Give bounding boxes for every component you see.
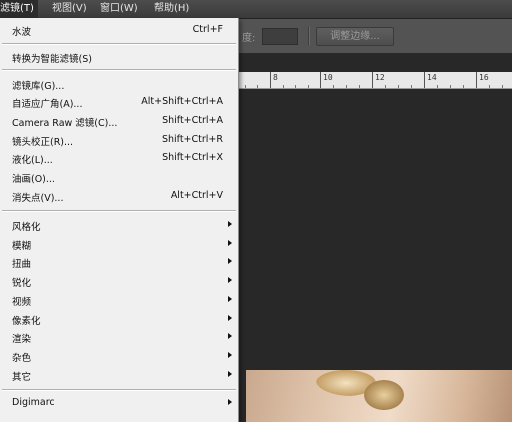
menu-item-label: 风格化 bbox=[12, 222, 41, 233]
menu-item-lens-correction[interactable]: 镜头校正(R)... Shift+Ctrl+R bbox=[0, 131, 238, 150]
menu-item-shortcut: Shift+Ctrl+A bbox=[162, 115, 223, 126]
submenu-arrow-icon bbox=[228, 258, 232, 264]
submenu-arrow-icon bbox=[228, 296, 232, 302]
menu-item-camera-raw[interactable]: Camera Raw 滤镜(C)... Shift+Ctrl+A bbox=[0, 112, 238, 131]
menu-item-other[interactable]: 其它 bbox=[0, 366, 238, 385]
ruler-tick bbox=[270, 72, 271, 88]
menu-item-shortcut: Alt+Ctrl+V bbox=[170, 190, 223, 201]
submenu-arrow-icon bbox=[228, 352, 232, 358]
menu-separator bbox=[2, 69, 236, 71]
menu-item-label: Digimarc bbox=[12, 397, 55, 408]
ruler-label: 14 bbox=[427, 73, 437, 82]
ruler-label: 12 bbox=[375, 73, 385, 82]
ruler-tick bbox=[372, 72, 373, 88]
menu-window[interactable]: 窗口(W) bbox=[96, 0, 142, 18]
menu-item-label: 转换为智能滤镜(S) bbox=[12, 54, 92, 65]
menu-item-label: 自适应广角(A)... bbox=[12, 99, 83, 110]
menu-item-label: 视频 bbox=[12, 297, 32, 308]
menu-item-distort[interactable]: 扭曲 bbox=[0, 253, 238, 272]
menu-item-shortcut: Ctrl+F bbox=[192, 24, 223, 35]
menu-item-liquify[interactable]: 液化(L)... Shift+Ctrl+X bbox=[0, 149, 238, 168]
menu-item-label: 水波 bbox=[12, 27, 32, 38]
image-detail bbox=[364, 380, 404, 410]
menu-item-label: Camera Raw 滤镜(C)... bbox=[12, 118, 118, 129]
menu-item-vanishing-point[interactable]: 消失点(V)... Alt+Ctrl+V bbox=[0, 187, 238, 206]
menu-item-label: 模糊 bbox=[12, 241, 32, 252]
menu-item-stylize[interactable]: 风格化 bbox=[0, 216, 238, 235]
menu-item-shortcut: Shift+Ctrl+X bbox=[162, 152, 223, 163]
menu-item-last-filter[interactable]: 水波 Ctrl+F bbox=[0, 21, 238, 40]
menu-item-label: 镜头校正(R)... bbox=[12, 137, 74, 148]
submenu-arrow-icon bbox=[228, 277, 232, 283]
ruler-tick bbox=[424, 72, 425, 88]
document-image[interactable] bbox=[246, 370, 512, 422]
menu-help[interactable]: 帮助(H) bbox=[150, 0, 193, 18]
menu-item-label: 扭曲 bbox=[12, 259, 32, 270]
menu-item-render[interactable]: 渲染 bbox=[0, 328, 238, 347]
menu-item-adaptive-wide-angle[interactable]: 自适应广角(A)... Alt+Shift+Ctrl+A bbox=[0, 93, 238, 112]
submenu-arrow-icon bbox=[228, 221, 232, 227]
menu-separator bbox=[2, 210, 236, 212]
menu-item-oil-paint[interactable]: 油画(O)... bbox=[0, 168, 238, 187]
ruler-label: 10 bbox=[323, 73, 333, 82]
ruler-tick bbox=[320, 72, 321, 88]
menu-view[interactable]: 视图(V) bbox=[48, 0, 91, 18]
menu-item-label: 锐化 bbox=[12, 278, 32, 289]
menu-item-pixelate[interactable]: 像素化 bbox=[0, 310, 238, 329]
submenu-arrow-icon bbox=[228, 371, 232, 377]
menu-item-label: 滤镜库(G)... bbox=[12, 81, 65, 92]
menu-item-label: 像素化 bbox=[12, 316, 41, 327]
submenu-arrow-icon bbox=[228, 399, 232, 405]
menu-item-label: 油画(O)... bbox=[12, 174, 55, 185]
menu-item-filter-gallery[interactable]: 滤镜库(G)... bbox=[0, 75, 238, 94]
menu-item-label: 液化(L)... bbox=[12, 155, 53, 166]
option-field-label: 度: bbox=[242, 33, 256, 44]
menu-item-blur[interactable]: 模糊 bbox=[0, 235, 238, 254]
menu-item-label: 消失点(V)... bbox=[12, 193, 64, 204]
menu-item-sharpen[interactable]: 锐化 bbox=[0, 272, 238, 291]
menu-item-video[interactable]: 视频 bbox=[0, 291, 238, 310]
filter-menu-dropdown: 水波 Ctrl+F 转换为智能滤镜(S) 滤镜库(G)... 自适应广角(A).… bbox=[0, 18, 239, 422]
canvas-background bbox=[238, 89, 512, 370]
menu-bar: 滤镜(T) 视图(V) 窗口(W) 帮助(H) bbox=[0, 0, 512, 19]
menu-separator bbox=[2, 43, 236, 45]
menu-item-digimarc[interactable]: Digimarc bbox=[0, 394, 238, 413]
ruler-label: 16 bbox=[479, 73, 489, 82]
ruler-tick bbox=[476, 72, 477, 88]
menu-item-noise[interactable]: 杂色 bbox=[0, 347, 238, 366]
menu-item-shortcut: Alt+Shift+Ctrl+A bbox=[141, 96, 223, 107]
menu-item-shortcut: Shift+Ctrl+R bbox=[161, 134, 223, 145]
menu-separator bbox=[2, 389, 236, 391]
horizontal-ruler: 8 10 12 14 16 bbox=[238, 72, 512, 89]
menu-item-label: 其它 bbox=[12, 372, 32, 383]
options-divider bbox=[308, 27, 310, 45]
menu-item-label: 渲染 bbox=[12, 334, 32, 345]
menu-filter[interactable]: 滤镜(T) bbox=[0, 0, 38, 18]
options-bar: 度: 调整边缘... bbox=[238, 19, 512, 54]
submenu-arrow-icon bbox=[228, 333, 232, 339]
refine-edge-button[interactable]: 调整边缘... bbox=[316, 27, 394, 46]
menu-item-label: 杂色 bbox=[12, 353, 32, 364]
option-field-input[interactable] bbox=[262, 28, 298, 45]
document-workspace: 8 10 12 14 16 bbox=[238, 54, 512, 422]
menu-item-convert-smart-filters[interactable]: 转换为智能滤镜(S) bbox=[0, 48, 238, 67]
submenu-arrow-icon bbox=[228, 240, 232, 246]
ruler-label: 8 bbox=[273, 73, 278, 82]
submenu-arrow-icon bbox=[228, 315, 232, 321]
